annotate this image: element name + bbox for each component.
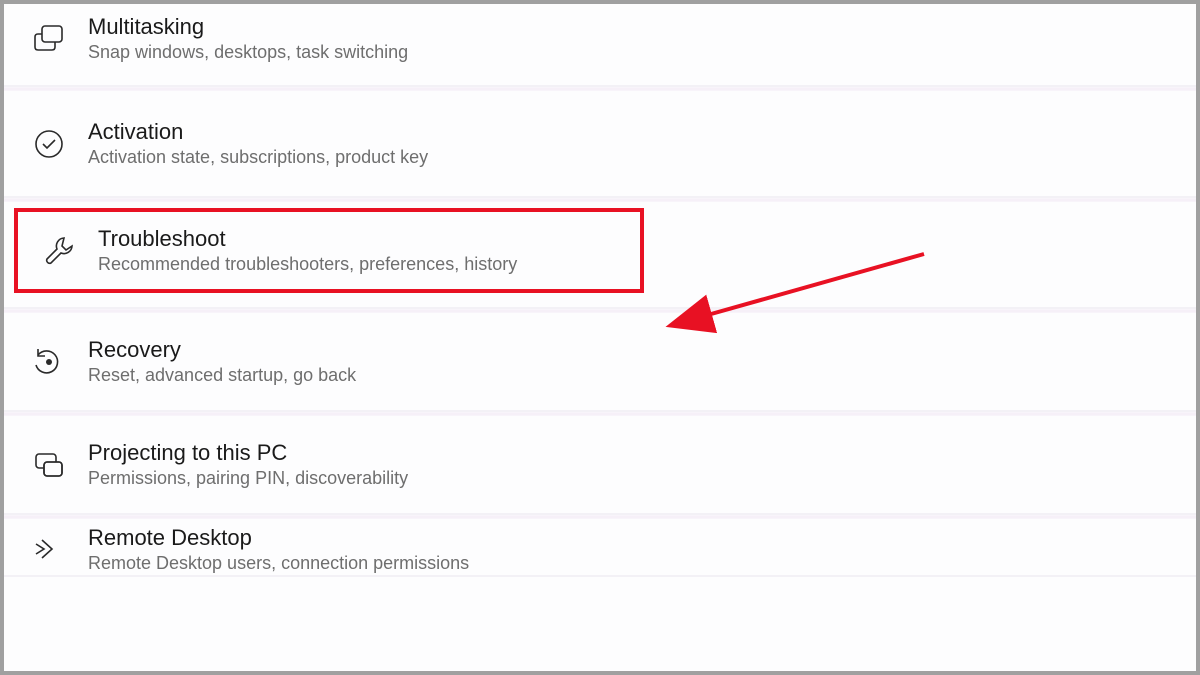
item-subtitle: Activation state, subscriptions, product… <box>88 147 428 168</box>
item-title: Remote Desktop <box>88 525 469 551</box>
item-title: Activation <box>88 119 428 145</box>
wrench-icon <box>42 234 98 268</box>
multitasking-icon <box>32 22 88 56</box>
settings-panel: Multitasking Snap windows, desktops, tas… <box>4 4 1196 671</box>
settings-item-projecting[interactable]: Projecting to this PC Permissions, pairi… <box>4 416 1196 515</box>
settings-item-multitasking[interactable]: Multitasking Snap windows, desktops, tas… <box>4 4 1196 87</box>
item-subtitle: Recommended troubleshooters, preferences… <box>98 254 517 275</box>
checkmark-circle-icon <box>32 127 88 161</box>
item-subtitle: Reset, advanced startup, go back <box>88 365 356 386</box>
projecting-icon <box>32 448 88 482</box>
settings-item-recovery[interactable]: Recovery Reset, advanced startup, go bac… <box>4 313 1196 412</box>
highlight-box: Troubleshoot Recommended troubleshooters… <box>14 208 644 293</box>
settings-list: Multitasking Snap windows, desktops, tas… <box>4 4 1196 577</box>
item-subtitle: Permissions, pairing PIN, discoverabilit… <box>88 468 408 489</box>
settings-item-activation[interactable]: Activation Activation state, subscriptio… <box>4 91 1196 198</box>
item-subtitle: Remote Desktop users, connection permiss… <box>88 553 469 574</box>
remote-desktop-icon <box>32 532 88 566</box>
item-title: Recovery <box>88 337 356 363</box>
recovery-icon <box>32 345 88 379</box>
item-title: Multitasking <box>88 14 408 40</box>
item-subtitle: Snap windows, desktops, task switching <box>88 42 408 63</box>
settings-item-remote-desktop[interactable]: Remote Desktop Remote Desktop users, con… <box>4 519 1196 577</box>
item-title: Projecting to this PC <box>88 440 408 466</box>
settings-item-troubleshoot[interactable]: Troubleshoot Recommended troubleshooters… <box>4 202 1196 309</box>
item-title: Troubleshoot <box>98 226 517 252</box>
